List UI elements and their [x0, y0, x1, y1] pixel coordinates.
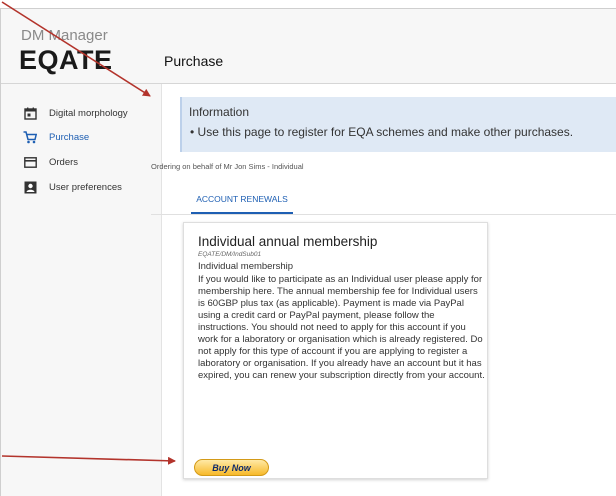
sidebar: Digital morphology Purchase Orders User …	[1, 84, 162, 496]
sidebar-item-digital-morphology[interactable]: Digital morphology	[23, 105, 128, 121]
product-code: EQATE/DM/IndSub01	[198, 251, 262, 258]
sidebar-item-label: Digital morphology	[49, 107, 128, 119]
page-title: Purchase	[164, 53, 224, 69]
product-subtitle: Individual membership	[198, 261, 294, 272]
orders-icon	[23, 155, 37, 169]
product-description: If you would like to participate as an I…	[198, 274, 485, 381]
sidebar-item-purchase[interactable]: Purchase	[23, 129, 89, 145]
user-icon	[23, 180, 37, 194]
sidebar-item-label: Purchase	[49, 131, 90, 143]
tab-account-renewals[interactable]: ACCOUNT RENEWALS	[191, 185, 293, 214]
calendar-icon	[23, 106, 37, 120]
sidebar-item-label: Orders	[49, 156, 79, 168]
product-card: Individual annual membership EQATE/DM/In…	[183, 222, 488, 479]
info-title: Information	[189, 105, 250, 119]
app-window: DM Manager EQATE Purchase Digital morpho…	[0, 8, 616, 496]
info-text: • Use this page to register for EQA sche…	[190, 125, 574, 139]
info-panel: Information • Use this page to register …	[180, 97, 616, 152]
shopping-cart-icon	[23, 130, 37, 144]
buy-now-button[interactable]: Buy Now	[194, 459, 269, 476]
app-name: DM Manager	[21, 27, 108, 44]
ordering-on-behalf-text: Ordering on behalf of Mr Jon Sims - Indi…	[151, 162, 304, 171]
product-title: Individual annual membership	[198, 234, 378, 249]
logo: EQATE	[19, 45, 113, 75]
tab-divider	[151, 214, 616, 215]
sidebar-item-orders[interactable]: Orders	[23, 154, 78, 170]
sidebar-item-user-preferences[interactable]: User preferences	[23, 179, 122, 195]
main-content: Information • Use this page to register …	[151, 84, 616, 496]
sidebar-item-label: User preferences	[49, 181, 122, 193]
app-header: DM Manager EQATE Purchase	[1, 9, 616, 84]
